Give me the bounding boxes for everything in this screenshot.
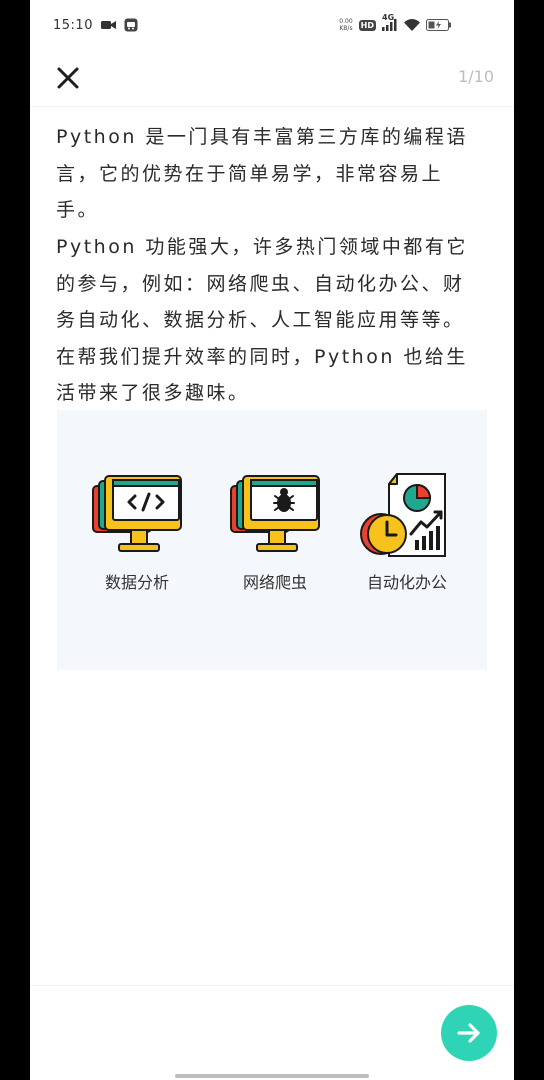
network-type: 4G [382,13,395,22]
code-monitor-icon [92,475,182,552]
wifi-icon [404,19,420,31]
status-right: 0.00 KB/s HD 4G [339,13,514,32]
feature-label: 自动化办公 [366,575,447,592]
paragraph-intro: Python 是一门具有丰富第三方库的编程语言，它的优势在于简单易学，非常容易上… [56,126,468,221]
video-icon [100,20,116,30]
report-clock-icon [360,473,446,557]
home-indicator[interactable] [175,1074,369,1078]
paragraph-uses: Python 功能强大，许多热门领域中都有它的参与，例如：网络爬虫、自动化办公、… [56,236,468,404]
hd-badge: HD [358,19,376,31]
status-bar: 15:10 0.00 KB/s HD 4G [30,0,514,50]
next-button[interactable] [441,1005,497,1061]
bug-monitor-icon [230,475,320,552]
feature-card: 数据分析 网络爬虫 自动化办公 [57,410,487,670]
feature-web-crawler: 网络爬虫 [215,472,335,593]
feature-data-analysis: 数据分析 [77,472,197,593]
network-speed: 0.00 KB/s [339,18,352,32]
arrow-right-icon [457,1023,480,1043]
header: 1/10 [30,50,514,107]
status-time: 15:10 [53,17,93,33]
net-speed-value: 0.00 [339,18,353,25]
page-counter: 1/10 [458,67,494,86]
screen: 15:10 0.00 KB/s HD 4G 1/10 Python 是一门具有丰… [30,0,514,1080]
battery-icon [426,19,452,31]
bottom-divider [30,985,514,986]
feature-label: 数据分析 [104,575,169,592]
signal-icon: 4G [382,13,398,31]
net-speed-unit: KB/s [339,25,353,32]
feature-label: 网络爬虫 [242,575,307,592]
feature-office-automation: 自动化办公 [347,472,467,593]
close-icon [57,67,79,89]
close-button[interactable] [54,64,82,92]
status-left: 15:10 [30,18,138,33]
app-icon [124,18,138,32]
